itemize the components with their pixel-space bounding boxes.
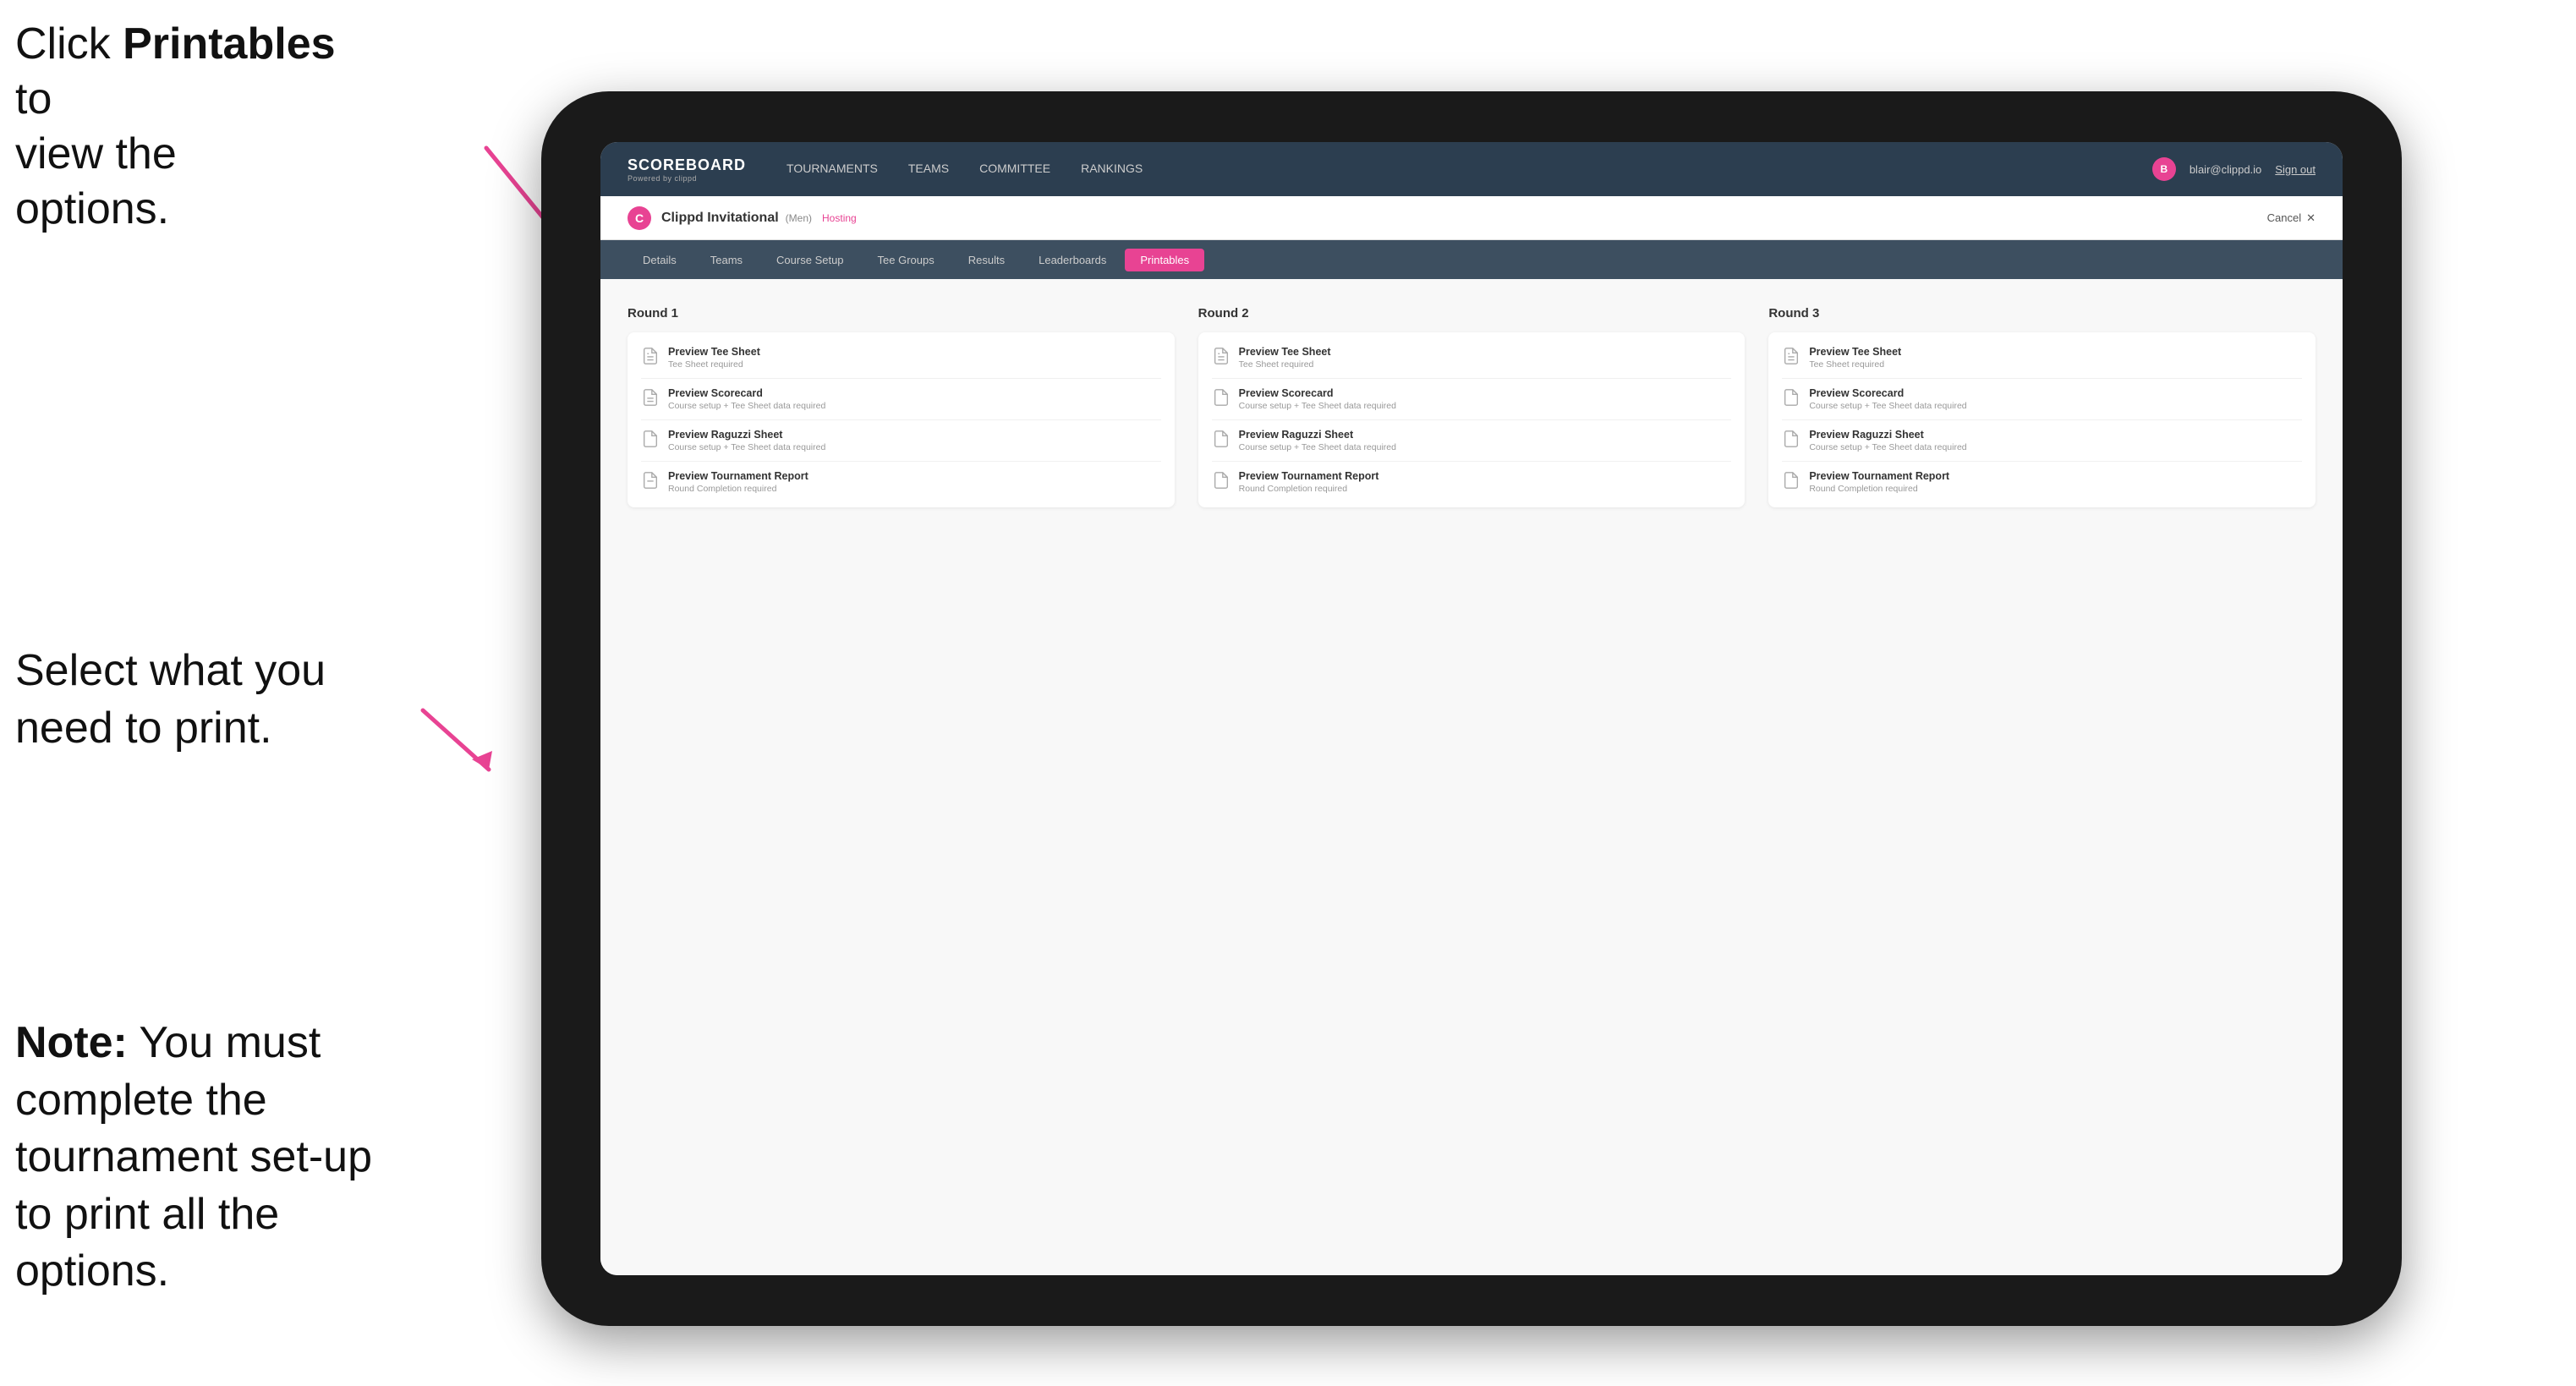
- annotation-middle: Select what you need to print.: [15, 643, 337, 757]
- r2-tournament-report-title: Preview Tournament Report: [1239, 470, 1732, 482]
- r2-tournament-report-subtitle: Round Completion required: [1239, 484, 1732, 494]
- round-1-title: Round 1: [628, 306, 1175, 320]
- logo-title: SCOREBOARD: [628, 156, 746, 174]
- round-2-scorecard[interactable]: Preview Scorecard Course setup + Tee She…: [1212, 379, 1732, 420]
- annotation-bottom: Note: You must complete the tournament s…: [15, 1015, 387, 1301]
- tournament-report-subtitle: Round Completion required: [668, 484, 1161, 494]
- round-3-tournament-report[interactable]: Preview Tournament Report Round Completi…: [1782, 462, 2302, 494]
- nav-teams[interactable]: TEAMS: [908, 158, 949, 180]
- tee-sheet-subtitle: Tee Sheet required: [668, 359, 1161, 370]
- document-icon: [1782, 347, 1800, 365]
- tablet-device: SCOREBOARD Powered by clippd TOURNAMENTS…: [541, 91, 2402, 1326]
- r3-tee-sheet-title: Preview Tee Sheet: [1809, 346, 2302, 358]
- nav-tournaments[interactable]: TOURNAMENTS: [787, 158, 878, 180]
- tournament-logo: C: [628, 206, 651, 230]
- round-1-tee-sheet[interactable]: Preview Tee Sheet Tee Sheet required: [641, 346, 1161, 379]
- tab-course-setup[interactable]: Course Setup: [761, 249, 859, 271]
- tab-details[interactable]: Details: [628, 249, 692, 271]
- user-email: blair@clippd.io: [2190, 163, 2261, 176]
- tournament-badge: (Men): [786, 212, 812, 224]
- document-icon: [1782, 471, 1800, 490]
- r3-raguzzi-title: Preview Raguzzi Sheet: [1809, 429, 2302, 441]
- r2-raguzzi-title: Preview Raguzzi Sheet: [1239, 429, 1732, 441]
- document-icon: [1212, 347, 1230, 365]
- document-icon: [1782, 430, 1800, 448]
- r2-scorecard-title: Preview Scorecard: [1239, 387, 1732, 399]
- round-2-raguzzi[interactable]: Preview Raguzzi Sheet Course setup + Tee…: [1212, 420, 1732, 462]
- raguzzi-subtitle: Course setup + Tee Sheet data required: [668, 442, 1161, 452]
- annotation-middle-text: Select what you need to print.: [15, 646, 326, 753]
- document-icon: [1212, 430, 1230, 448]
- document-icon: [641, 388, 660, 407]
- round-2-tee-sheet[interactable]: Preview Tee Sheet Tee Sheet required: [1212, 346, 1732, 379]
- r3-raguzzi-subtitle: Course setup + Tee Sheet data required: [1809, 442, 2302, 452]
- round-3-tee-sheet[interactable]: Preview Tee Sheet Tee Sheet required: [1782, 346, 2302, 379]
- tournament-name: Clippd Invitational: [661, 211, 779, 226]
- round-3-section: Round 3 Preview Tee Sheet Tee Sheet requ…: [1768, 306, 2316, 507]
- tee-sheet-title: Preview Tee Sheet: [668, 346, 1161, 358]
- r2-tee-sheet-subtitle: Tee Sheet required: [1239, 359, 1732, 370]
- annotation-top: Click Printables toview the options.: [15, 17, 337, 237]
- tournament-bar: C Clippd Invitational (Men) Hosting Canc…: [600, 196, 2343, 240]
- r2-tee-sheet-title: Preview Tee Sheet: [1239, 346, 1732, 358]
- document-icon: [641, 471, 660, 490]
- cancel-button[interactable]: Cancel ✕: [2267, 211, 2316, 225]
- annotation-note-bold: Note:: [15, 1018, 128, 1067]
- top-nav-links: TOURNAMENTS TEAMS COMMITTEE RANKINGS: [787, 158, 2152, 180]
- nav-rankings[interactable]: RANKINGS: [1081, 158, 1143, 180]
- sign-out-link[interactable]: Sign out: [2275, 163, 2316, 176]
- top-nav: SCOREBOARD Powered by clippd TOURNAMENTS…: [600, 142, 2343, 196]
- scoreboard-logo: SCOREBOARD Powered by clippd: [628, 156, 746, 183]
- round-2-title: Round 2: [1198, 306, 1746, 320]
- tab-teams[interactable]: Teams: [695, 249, 758, 271]
- annotation-printables-bold: Printables: [123, 19, 335, 68]
- round-3-title: Round 3: [1768, 306, 2316, 320]
- rounds-grid: Round 1 Preview Tee Sheet Tee Sheet requ…: [628, 306, 2316, 507]
- tablet-screen: SCOREBOARD Powered by clippd TOURNAMENTS…: [600, 142, 2343, 1275]
- logo-subtitle: Powered by clippd: [628, 174, 746, 183]
- r3-tournament-report-title: Preview Tournament Report: [1809, 470, 2302, 482]
- round-1-tournament-report[interactable]: Preview Tournament Report Round Completi…: [641, 462, 1161, 494]
- document-icon: [1212, 471, 1230, 490]
- scorecard-title: Preview Scorecard: [668, 387, 1161, 399]
- r2-raguzzi-subtitle: Course setup + Tee Sheet data required: [1239, 442, 1732, 452]
- round-1-section: Round 1 Preview Tee Sheet Tee Sheet requ…: [628, 306, 1175, 507]
- round-1-card: Preview Tee Sheet Tee Sheet required Pre…: [628, 332, 1175, 507]
- nav-committee[interactable]: COMMITTEE: [979, 158, 1050, 180]
- round-2-section: Round 2 Preview Tee Sheet Tee Sheet requ…: [1198, 306, 1746, 507]
- r3-scorecard-title: Preview Scorecard: [1809, 387, 2302, 399]
- round-2-tournament-report[interactable]: Preview Tournament Report Round Completi…: [1212, 462, 1732, 494]
- round-1-scorecard[interactable]: Preview Scorecard Course setup + Tee She…: [641, 379, 1161, 420]
- tab-leaderboards[interactable]: Leaderboards: [1023, 249, 1121, 271]
- scorecard-subtitle: Course setup + Tee Sheet data required: [668, 401, 1161, 411]
- cancel-label: Cancel: [2267, 211, 2301, 224]
- tab-tee-groups[interactable]: Tee Groups: [863, 249, 950, 271]
- round-1-raguzzi[interactable]: Preview Raguzzi Sheet Course setup + Tee…: [641, 420, 1161, 462]
- top-nav-right: B blair@clippd.io Sign out: [2152, 157, 2316, 181]
- document-icon: [641, 347, 660, 365]
- r3-scorecard-subtitle: Course setup + Tee Sheet data required: [1809, 401, 2302, 411]
- r2-scorecard-subtitle: Course setup + Tee Sheet data required: [1239, 401, 1732, 411]
- tab-printables[interactable]: Printables: [1125, 249, 1204, 271]
- r3-tee-sheet-subtitle: Tee Sheet required: [1809, 359, 2302, 370]
- r3-tournament-report-subtitle: Round Completion required: [1809, 484, 2302, 494]
- round-2-card: Preview Tee Sheet Tee Sheet required Pre…: [1198, 332, 1746, 507]
- tournament-report-title: Preview Tournament Report: [668, 470, 1161, 482]
- document-icon: [641, 430, 660, 448]
- tab-results[interactable]: Results: [953, 249, 1020, 271]
- document-icon: [1782, 388, 1800, 407]
- document-icon: [1212, 388, 1230, 407]
- main-content: Round 1 Preview Tee Sheet Tee Sheet requ…: [600, 279, 2343, 1275]
- user-avatar: B: [2152, 157, 2176, 181]
- raguzzi-title: Preview Raguzzi Sheet: [668, 429, 1161, 441]
- round-3-raguzzi[interactable]: Preview Raguzzi Sheet Course setup + Tee…: [1782, 420, 2302, 462]
- sub-nav: Details Teams Course Setup Tee Groups Re…: [600, 240, 2343, 279]
- round-3-scorecard[interactable]: Preview Scorecard Course setup + Tee She…: [1782, 379, 2302, 420]
- tournament-status: Hosting: [822, 212, 857, 224]
- round-3-card: Preview Tee Sheet Tee Sheet required Pre…: [1768, 332, 2316, 507]
- close-icon: ✕: [2306, 211, 2316, 225]
